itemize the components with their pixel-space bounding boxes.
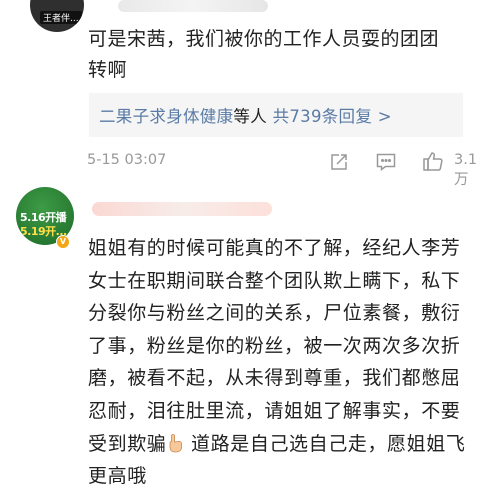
like-icon[interactable] xyxy=(422,150,444,176)
username-blurred[interactable] xyxy=(92,202,272,216)
comment-meta: 5-15 03:07 3.1万 xyxy=(87,150,487,188)
comment-text: 可是宋茜，我们被你的工作人员耍的团团转啊 xyxy=(88,28,440,81)
avatar[interactable]: 王者伴... xyxy=(30,0,84,32)
comment-text: 姐姐有的时候可能真的不了解，经纪人李芳女士在职期间联合整个团队欺上瞒下，私下分裂… xyxy=(88,232,473,493)
comment-time: 5-15 03:07 xyxy=(87,152,167,168)
hand-emoji-icon xyxy=(166,431,184,452)
reply-summary[interactable]: 二果子求身体健康等人 共739条回复 > xyxy=(89,93,463,137)
like-count: 3.1万 xyxy=(454,152,478,188)
share-icon[interactable] xyxy=(330,153,348,175)
avatar-tag: 王者伴... xyxy=(40,11,82,24)
username-blurred[interactable] xyxy=(118,0,268,12)
comment-icon[interactable] xyxy=(376,153,396,175)
reply-count-link[interactable]: 共739条回复 > xyxy=(273,107,392,126)
verified-badge-icon: V xyxy=(56,235,70,249)
reply-suffix: 等人 xyxy=(233,107,268,126)
comment-text-part1: 姐姐有的时候可能真的不了解，经纪人李芳女士在职期间联合整个团队欺上瞒下，私下分裂… xyxy=(88,237,461,455)
reply-users[interactable]: 二果子求身体健康 xyxy=(99,107,233,126)
